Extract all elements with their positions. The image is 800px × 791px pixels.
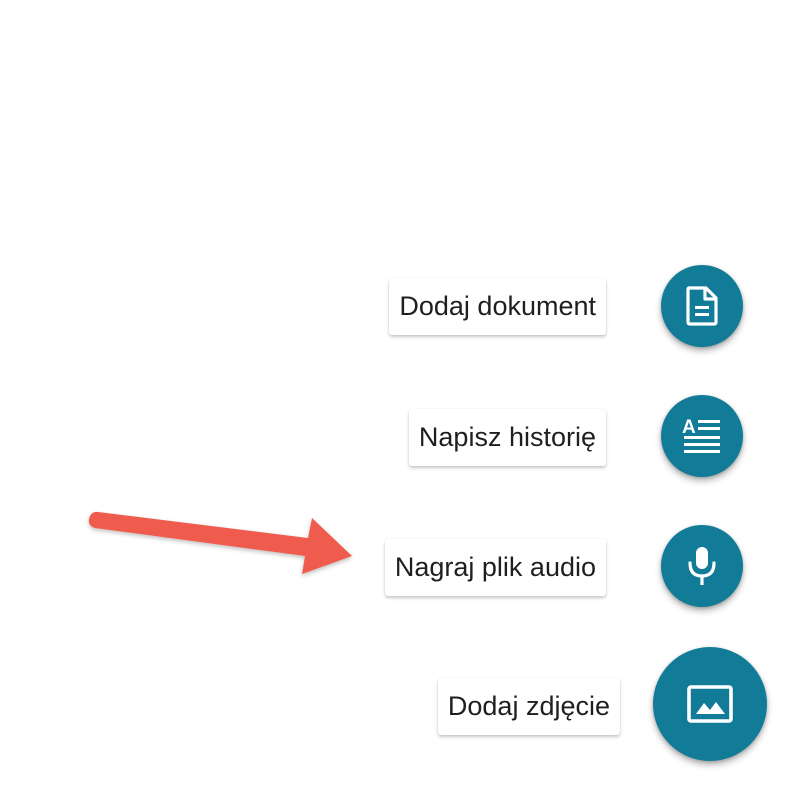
add-photo-button[interactable] [653,647,767,761]
write-story-button[interactable]: A [661,395,743,477]
fab-speed-dial-menu: Dodaj dokument Napisz historię Nagraj pl… [0,0,800,791]
microphone-icon [687,545,717,587]
record-audio-label[interactable]: Nagraj plik audio [384,539,606,596]
add-document-button[interactable] [661,265,743,347]
add-photo-label[interactable]: Dodaj zdjęcie [437,678,620,735]
add-document-label[interactable]: Dodaj dokument [389,278,606,335]
svg-text:A: A [682,417,696,438]
write-story-label[interactable]: Napisz historię [408,409,606,466]
image-icon [687,685,733,723]
annotation-arrow-icon [88,511,352,574]
record-audio-button[interactable] [661,525,743,607]
document-icon [685,286,719,326]
text-article-icon: A [681,416,723,456]
